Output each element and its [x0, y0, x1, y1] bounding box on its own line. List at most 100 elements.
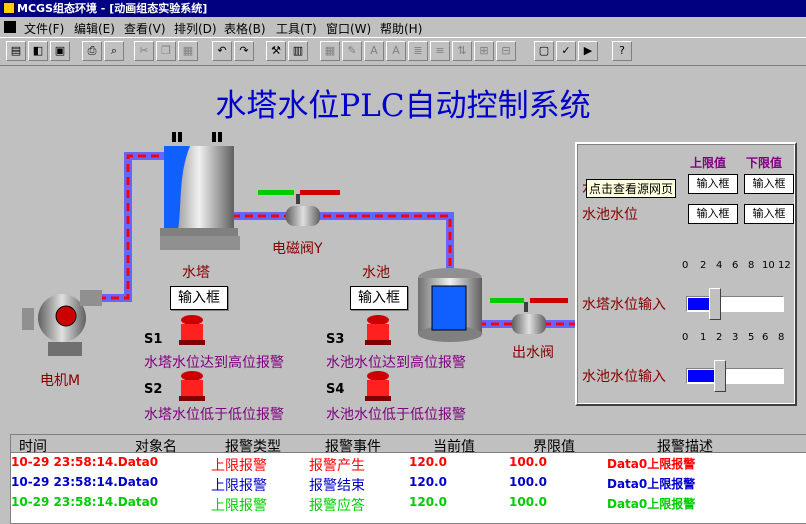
- alarm-id-s3: S3: [326, 332, 345, 347]
- upper-limit-header: 上限值: [690, 156, 727, 170]
- document-icon[interactable]: [4, 21, 16, 33]
- lower-limit-header: 下限值: [746, 156, 783, 170]
- list-icon[interactable]: ≣: [408, 41, 428, 61]
- tick-label: 6: [732, 260, 739, 271]
- alarm-cell-desc: Data0上限报警: [607, 457, 696, 471]
- tick-label: 1: [700, 332, 707, 343]
- menu-arrange[interactable]: 排列(D): [174, 20, 217, 37]
- alarm-table: 时间 对象名 报警类型 报警事件 当前值 界限值 报警描述 10-29 23:5…: [10, 434, 806, 524]
- alarm-cell-time: 10-29 23:58:14.Data0: [11, 475, 159, 489]
- pool-slider-thumb[interactable]: [714, 360, 726, 392]
- preview-icon[interactable]: ⌕: [104, 41, 124, 61]
- cut-icon[interactable]: ✂: [134, 41, 154, 61]
- undo-icon[interactable]: ↶: [212, 41, 232, 61]
- alarm-cell-current: 120.0: [409, 495, 447, 509]
- alarm-cell-event: 报警产生: [309, 458, 365, 474]
- table-icon[interactable]: ▦: [320, 41, 340, 61]
- alarm-cell-event: 报警结束: [309, 478, 365, 494]
- redo-icon[interactable]: ↷: [234, 41, 254, 61]
- copy-icon[interactable]: ❐: [156, 41, 176, 61]
- tick-label: 8: [748, 260, 755, 271]
- pool-lower-input[interactable]: 输入框: [744, 204, 794, 224]
- menu-window[interactable]: 窗口(W): [326, 20, 371, 37]
- tick-label: 8: [778, 332, 785, 343]
- merge-icon[interactable]: ⊞: [474, 41, 494, 61]
- alarm-cell-limit: 100.0: [509, 495, 547, 509]
- tower-upper-input[interactable]: 输入框: [688, 174, 738, 194]
- edit-icon[interactable]: ✎: [342, 41, 362, 61]
- tower-slider-thumb[interactable]: [709, 288, 721, 320]
- tick-label: 0: [682, 332, 689, 343]
- pool-label: 水池: [362, 265, 390, 281]
- font-icon[interactable]: A: [364, 41, 384, 61]
- alarm-text-s1: 水塔水位达到高位报警: [144, 355, 284, 371]
- menu-bar: 文件(F) 编辑(E) 查看(V) 排列(D) 表格(B) 工具(T) 窗口(W…: [0, 17, 806, 38]
- alarm-cell-limit: 100.0: [509, 475, 547, 489]
- outlet-valve-label: 出水阀: [512, 345, 554, 361]
- tower-slider-label: 水塔水位输入: [582, 297, 666, 313]
- col-limit-value[interactable]: 界限值: [533, 436, 575, 456]
- menu-edit[interactable]: 编辑(E): [74, 20, 115, 37]
- tower-label: 水塔: [182, 265, 210, 281]
- properties-icon[interactable]: ▢: [534, 41, 554, 61]
- workspace-icon[interactable]: ▤: [6, 41, 26, 61]
- paste-icon[interactable]: ▦: [178, 41, 198, 61]
- menu-help[interactable]: 帮助(H): [380, 20, 422, 37]
- align-icon[interactable]: ≡: [430, 41, 450, 61]
- tick-label: 0: [682, 260, 689, 271]
- save-icon[interactable]: ▣: [50, 41, 70, 61]
- sort-icon[interactable]: ⇅: [452, 41, 472, 61]
- pool-level-slider[interactable]: [686, 360, 784, 392]
- solenoid-valve-label: 电磁阀Y: [272, 241, 323, 257]
- alarm-row[interactable]: 10-29 23:58:14.Data0 上限报警 报警产生 120.0 100.0 Da…: [11, 455, 806, 475]
- pool-level-input[interactable]: 输入框: [350, 286, 408, 310]
- pool-level-row-label: 水池水位: [582, 207, 638, 223]
- col-alarm-type[interactable]: 报警类型: [225, 436, 281, 456]
- menu-file[interactable]: 文件(F): [24, 20, 64, 37]
- alarm-cell-time: 10-29 23:58:14.Data0: [11, 495, 159, 509]
- help-icon[interactable]: ?: [612, 41, 632, 61]
- pump-motor: [22, 290, 102, 356]
- alarm-table-header: 时间 对象名 报警类型 报警事件 当前值 界限值 报警描述: [11, 435, 806, 456]
- col-time[interactable]: 时间: [19, 436, 47, 456]
- menu-tools[interactable]: 工具(T): [276, 20, 317, 37]
- grid-icon[interactable]: ▥: [288, 41, 308, 61]
- col-object[interactable]: 对象名: [135, 436, 177, 456]
- menu-table[interactable]: 表格(B): [224, 20, 266, 37]
- alarm-cell-current: 120.0: [409, 455, 447, 469]
- tower-level-input[interactable]: 输入框: [170, 286, 228, 310]
- alarm-cell-type: 上限报警: [211, 498, 267, 514]
- menu-view[interactable]: 查看(V): [124, 20, 166, 37]
- toolbar: ▤ ◧ ▣ ⎙ ⌕ ✂ ❐ ▦ ↶ ↷ ⚒ ▥ ▦ ✎ A A ≣ ≡ ⇅ ⊞ …: [0, 38, 806, 66]
- motor-label: 电机M: [40, 373, 81, 389]
- app-icon: [3, 2, 15, 14]
- col-description[interactable]: 报警描述: [657, 436, 713, 456]
- col-current-value[interactable]: 当前值: [433, 436, 475, 456]
- alarm-id-s1: S1: [144, 332, 163, 347]
- check-icon[interactable]: ✓: [556, 41, 576, 61]
- tower-lower-input[interactable]: 输入框: [744, 174, 794, 194]
- alarm-id-s2: S2: [144, 382, 163, 397]
- run-icon[interactable]: ▶: [578, 41, 598, 61]
- window-titlebar: MCGS组态环境 - [动画组态实验系统]: [0, 0, 806, 17]
- pool-tank: [418, 268, 482, 342]
- tower-level-slider[interactable]: [686, 288, 784, 320]
- print-icon[interactable]: ⎙: [82, 41, 102, 61]
- outlet-valve: [490, 298, 568, 334]
- window-title: MCGS组态环境 - [动画组态实验系统]: [17, 2, 208, 15]
- alarm-text-s3: 水池水位达到高位报警: [326, 355, 466, 371]
- col-alarm-event[interactable]: 报警事件: [325, 436, 381, 456]
- superscript-icon[interactable]: A: [386, 41, 406, 61]
- split-icon[interactable]: ⊟: [496, 41, 516, 61]
- alarm-cell-limit: 100.0: [509, 455, 547, 469]
- tick-label: 3: [732, 332, 739, 343]
- open-icon[interactable]: ◧: [28, 41, 48, 61]
- water-tower: [160, 132, 240, 250]
- alarm-row[interactable]: 10-29 23:58:14.Data0 上限报警 报警应答 120.0 100.0 Da…: [11, 495, 806, 515]
- tick-label: 6: [762, 332, 769, 343]
- alarm-row[interactable]: 10-29 23:58:14.Data0 上限报警 报警结束 120.0 100.0 Da…: [11, 475, 806, 495]
- pool-slider-fill: [688, 370, 717, 382]
- pool-upper-input[interactable]: 输入框: [688, 204, 738, 224]
- tools-icon[interactable]: ⚒: [266, 41, 286, 61]
- alarm-text-s2: 水塔水位低于低位报警: [144, 407, 284, 423]
